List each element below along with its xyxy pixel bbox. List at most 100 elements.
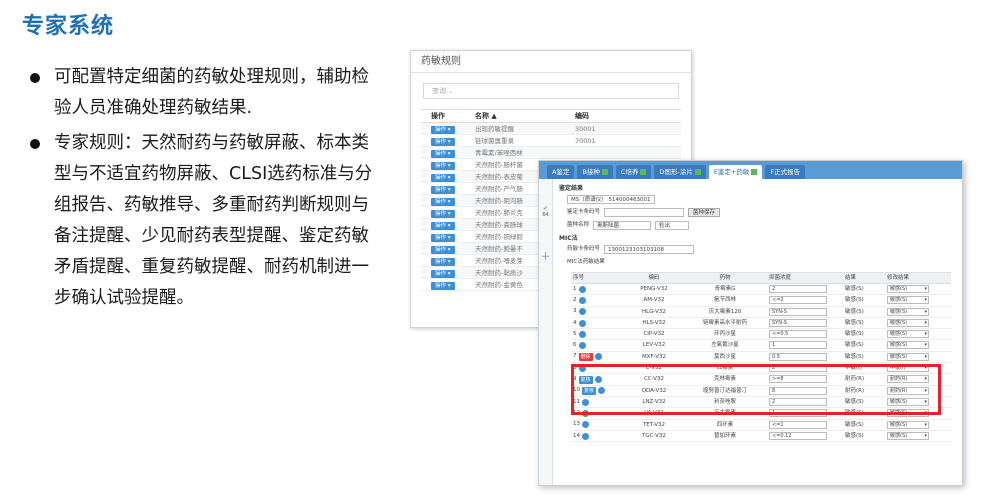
mic-input[interactable]: 2 — [769, 285, 827, 293]
rule-name: 出现药敏提醒 — [475, 125, 514, 133]
identify-no-row: 鉴定卡条码号 菌种保存 — [559, 207, 954, 218]
sens-no-row: 药敏卡条码号 1300123103103108 — [559, 244, 954, 255]
delete-tag-button[interactable]: 删除 — [578, 352, 593, 361]
row-result: 敏感(S) — [845, 319, 864, 326]
row-result: 敏感(S) — [845, 432, 864, 439]
mic-input[interactable]: SYN-S — [769, 307, 827, 316]
mic-table-header: 序号 编码 药物 抑菌浓度 结果 修改结果 — [571, 273, 951, 284]
sens-no-input[interactable]: 1300123103103108 — [604, 245, 695, 254]
highlight-box — [571, 364, 941, 415]
tab-culture[interactable]: C培养 — [615, 165, 652, 179]
detail-icon[interactable] — [578, 285, 586, 293]
row-no: 1 — [573, 285, 577, 292]
row-op-button[interactable]: 操作 ▾ — [431, 174, 455, 182]
detail-icon[interactable] — [578, 330, 586, 338]
row-op-button[interactable]: 操作 ▾ — [431, 198, 455, 206]
tab-final-report[interactable]: F正式报告 — [765, 165, 806, 179]
rules-search-input[interactable]: 查询... — [423, 83, 679, 99]
mic-table-row[interactable]: 13 TET-V32 四环素 <=1 敏感(S) 敏感(S) — [571, 420, 951, 431]
row-code: HLG-V32 — [642, 308, 666, 315]
mod-result-select[interactable]: 敏感(S) — [887, 307, 929, 316]
row-op-button[interactable]: 操作 ▾ — [431, 222, 455, 230]
tab-inoculate[interactable]: B接种 — [577, 165, 613, 179]
save-species-button[interactable]: 菌种保存 — [688, 208, 721, 217]
mic-table-row[interactable]: 14 TGC-V32 替加环素 <=0.12 敏感(S) 敏感(S) — [571, 431, 951, 443]
check-icon — [751, 169, 758, 175]
mic-input[interactable]: <=1 — [769, 420, 827, 429]
row-drug: 四环素 — [716, 421, 734, 428]
detail-icon[interactable] — [582, 421, 589, 429]
row-op-button[interactable]: 操作 ▾ — [431, 210, 455, 218]
add-icon[interactable]: ＋ — [539, 248, 552, 263]
row-code: PENG-V32 — [640, 286, 668, 292]
rules-table-row[interactable]: 操作 ▾ 青霉素/苯唑西林 — [421, 147, 681, 159]
mic-input[interactable]: SYN-S — [769, 318, 827, 327]
row-code: TET-V32 — [642, 421, 666, 428]
row-result: 敏感(S) — [845, 421, 864, 428]
mod-result-select[interactable]: 敏感(S) — [887, 330, 929, 339]
rule-name: 青霉素/苯唑西林 — [475, 149, 523, 157]
mic-input[interactable]: 1 — [769, 341, 827, 350]
row-no: 5 — [573, 330, 577, 337]
tab-identify[interactable]: A鉴定 — [547, 165, 575, 179]
mic-table: 序号 编码 药物 抑菌浓度 结果 修改结果 1 PENG-V32 青霉素G 2 敏感(S… — [571, 272, 951, 443]
rules-table-row[interactable]: 操作 ▾ 出现药敏提醒 30001 — [421, 123, 681, 135]
detail-icon[interactable] — [578, 342, 586, 350]
row-result: 敏感(S) — [845, 308, 864, 315]
detect-select[interactable]: 检出 — [655, 221, 690, 230]
mic-table-row[interactable]: 4 HLS-V32 链霉素高水平耐药 SYN-S 敏感(S) 敏感(S) — [571, 318, 951, 330]
row-op-button[interactable]: 操作 ▾ — [431, 126, 455, 134]
mic-table-row[interactable]: 5 CIP-V32 环丙沙星 <=0.5 敏感(S) 敏感(S) — [571, 329, 951, 341]
row-op-button[interactable]: 操作 ▾ — [431, 270, 455, 278]
mod-result-select[interactable]: 敏感(S) — [887, 420, 929, 429]
row-result: 敏感(S) — [845, 353, 864, 360]
row-result: 敏感(S) — [845, 297, 864, 304]
sidebar-number: 64 — [542, 212, 549, 218]
mod-result-select[interactable]: 敏感(S) — [887, 341, 929, 350]
mic-table-row[interactable]: 2 AM-V32 氨苄西林 <=2 敏感(S) 敏感(S) — [571, 295, 951, 307]
mod-result-select[interactable]: 敏感(S) — [887, 431, 929, 440]
header-code[interactable]: 编码 — [571, 110, 671, 122]
row-op-button[interactable]: 操作 ▾ — [431, 258, 455, 266]
tab-identify-sensitivity[interactable]: E鉴定+药敏 — [708, 165, 763, 179]
rules-table-row[interactable]: 操作 ▾ 链球菌属重录 70001 — [421, 135, 681, 147]
header-op: 操作 — [431, 112, 445, 120]
mic-input[interactable]: <=2 — [769, 296, 827, 305]
row-code: CIP-V32 — [643, 331, 665, 338]
mic-input[interactable]: <=0.5 — [769, 330, 827, 339]
mic-table-row[interactable]: 1 PENG-V32 青霉素G 2 敏感(S) 敏感(S) — [571, 284, 951, 296]
row-op-button[interactable]: 操作 ▾ — [431, 150, 455, 158]
row-op-button[interactable]: 操作 ▾ — [431, 282, 455, 290]
ms-field[interactable]: MS（质谱仪） 514000463001 — [567, 195, 655, 204]
mod-result-select[interactable]: 敏感(S) — [887, 296, 929, 305]
mic-table-row[interactable]: 3 HLG-V32 庆大霉素120 SYN-S 敏感(S) 敏感(S) — [571, 307, 951, 318]
mic-table-row[interactable]: 6 LEV-V32 左氧氟沙星 1 敏感(S) 敏感(S) — [571, 340, 951, 352]
mic-input[interactable]: <=0.12 — [769, 431, 827, 440]
detail-icon[interactable] — [582, 432, 589, 440]
detail-icon[interactable] — [578, 296, 586, 304]
tab-smear[interactable]: D图形-涂片 — [654, 165, 706, 179]
check-icon: ✔ — [542, 205, 549, 212]
sens-no-label: 药敏卡条码号 — [567, 246, 601, 252]
row-op-button[interactable]: 操作 ▾ — [431, 138, 455, 146]
row-op-button[interactable]: 操作 ▾ — [431, 186, 455, 194]
row-drug: 氨苄西林 — [713, 297, 736, 304]
mod-result-select[interactable]: 敏感(S) — [887, 352, 929, 361]
mic-input[interactable]: 0.5 — [769, 352, 827, 361]
row-op-button[interactable]: 操作 ▾ — [431, 234, 455, 242]
lab-window: A鉴定 B接种 C培养 D图形-涂片 E鉴定+药敏 F正式报告 ✔ 64 ＋ 鉴… — [538, 160, 963, 486]
row-op-button[interactable]: 操作 ▾ — [431, 246, 455, 254]
lab-tabs: A鉴定 B接种 C培养 D图形-涂片 E鉴定+药敏 F正式报告 — [539, 161, 962, 179]
detail-icon[interactable] — [594, 353, 602, 361]
mic-table-row[interactable]: 7 删除 MXF-V32 莫西沙星 0.5 敏感(S) 敏感(S) — [571, 352, 951, 364]
mod-result-select[interactable]: 敏感(S) — [887, 318, 929, 327]
species-input[interactable]: 奥斯陆菌 — [593, 221, 652, 230]
detail-icon[interactable] — [578, 308, 586, 316]
identify-no-input[interactable] — [604, 208, 685, 217]
mod-result-select[interactable]: 敏感(S) — [887, 285, 929, 293]
row-no: 4 — [573, 319, 577, 326]
detail-icon[interactable] — [578, 319, 586, 327]
row-drug: 链霉素高水平耐药 — [702, 319, 747, 326]
header-name[interactable]: 名称 ▲ — [471, 110, 571, 122]
row-op-button[interactable]: 操作 ▾ — [431, 162, 455, 170]
